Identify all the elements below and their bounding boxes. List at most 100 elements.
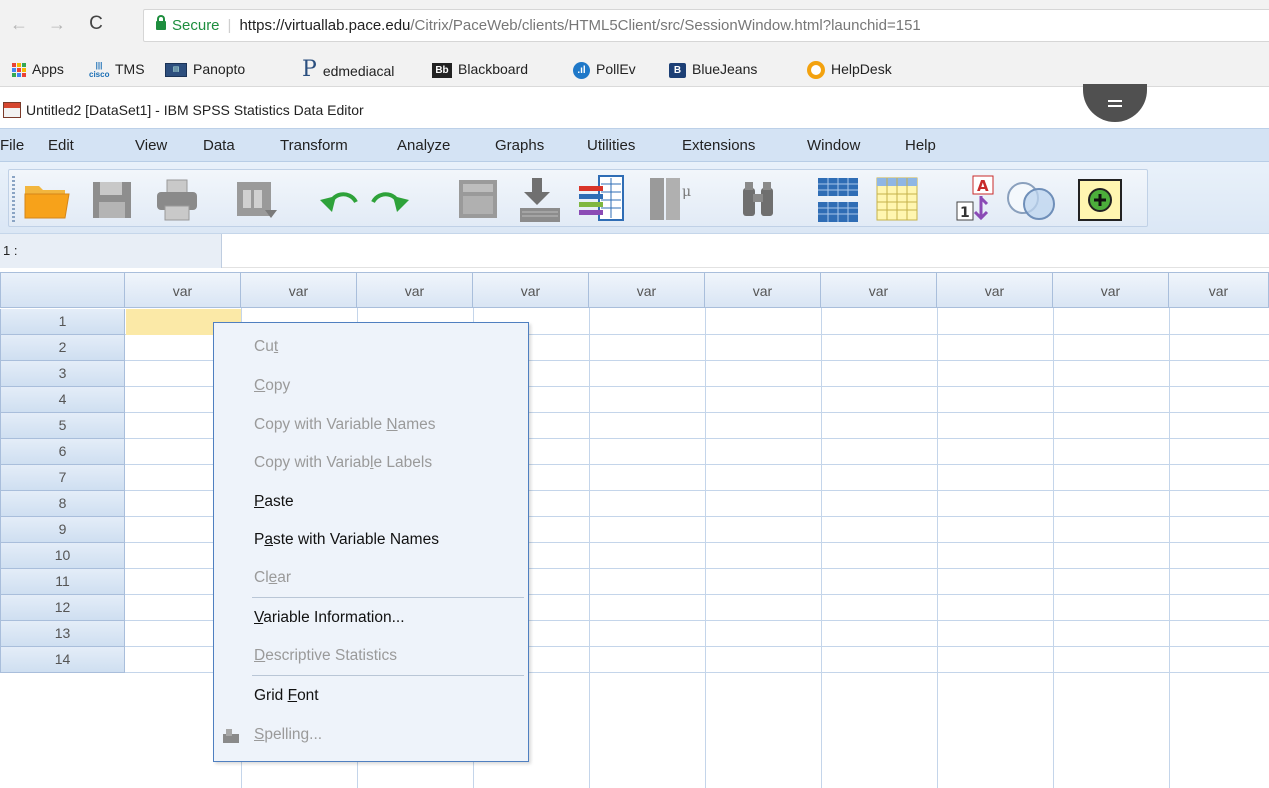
lock-icon <box>156 15 166 30</box>
column-header-var[interactable]: var <box>937 272 1053 308</box>
menu-help[interactable]: Help <box>905 129 936 162</box>
menu-graphs[interactable]: Graphs <box>495 129 544 162</box>
context-menu: Cut Copy Copy with Variable Names Copy with… <box>213 322 529 762</box>
menu-separator <box>252 675 524 676</box>
value-labels-icon[interactable]: A 1 <box>955 174 999 224</box>
helpdesk-icon <box>807 61 825 80</box>
bookmark-edmediacal[interactable]: Pedmediacal <box>302 52 394 89</box>
row-header[interactable]: 2 <box>0 335 125 361</box>
toolbar-strip: μ A 1 <box>8 169 1148 227</box>
menu-item-variable-information[interactable]: Variable Information... <box>254 606 405 630</box>
column-header-var[interactable]: var <box>589 272 705 308</box>
menu-item-accelerator: S <box>254 726 265 743</box>
menu-utilities[interactable]: Utilities <box>587 129 635 162</box>
bookmark-tms[interactable]: ||| cisco TMS <box>89 52 145 87</box>
bookmark-apps[interactable]: Apps <box>12 52 64 87</box>
row-header[interactable]: 5 <box>0 413 125 439</box>
menu-extensions[interactable]: Extensions <box>682 129 755 162</box>
insert-variable-icon[interactable] <box>875 176 919 224</box>
row-header[interactable]: 14 <box>0 647 125 673</box>
menu-item-paste[interactable]: Paste <box>254 490 294 514</box>
forward-arrow-icon[interactable]: → <box>47 12 67 36</box>
grid-corner[interactable] <box>0 272 125 308</box>
bookmark-pollev[interactable]: .ıl PollEv <box>573 52 636 87</box>
bookmark-panopto[interactable]: ▤ Panopto <box>165 52 245 87</box>
row-header[interactable]: 7 <box>0 465 125 491</box>
menu-analyze[interactable]: Analyze <box>397 129 450 162</box>
split-file-icon[interactable] <box>1077 178 1123 222</box>
bookmark-label: Apps <box>32 61 64 77</box>
column-header-var[interactable]: var <box>705 272 821 308</box>
menu-item-grid-font[interactable]: Grid Font <box>254 684 319 708</box>
grid-column-line <box>589 308 590 788</box>
insert-cases-icon[interactable] <box>816 176 860 224</box>
row-header[interactable]: 8 <box>0 491 125 517</box>
toolbar-grip[interactable] <box>12 176 15 222</box>
menu-item-cut[interactable]: Cut <box>254 335 278 359</box>
bookmark-blackboard[interactable]: Bb Blackboard <box>432 52 528 87</box>
row-header[interactable]: 11 <box>0 569 125 595</box>
menu-window[interactable]: Window <box>807 129 860 162</box>
print-icon[interactable] <box>155 178 199 222</box>
menu-icon-line <box>1108 105 1122 107</box>
toolbar: μ A 1 <box>0 162 1269 234</box>
go-to-case-icon[interactable] <box>457 176 501 222</box>
menu-data[interactable]: Data <box>203 129 235 162</box>
column-header-var[interactable]: var <box>357 272 473 308</box>
row-header[interactable]: 4 <box>0 387 125 413</box>
row-header[interactable]: 1 <box>0 309 125 335</box>
cell-reference-bar: 1 : <box>0 234 1269 268</box>
row-header[interactable]: 6 <box>0 439 125 465</box>
menu-item-clear[interactable]: Clear <box>254 566 291 590</box>
column-header-var[interactable]: var <box>125 272 241 308</box>
menu-file[interactable]: File <box>0 129 24 162</box>
row-header[interactable]: 9 <box>0 517 125 543</box>
bookmark-label: edmediacal <box>322 63 395 79</box>
menu-item-spelling[interactable]: Spelling... <box>254 723 322 747</box>
variables-icon[interactable] <box>577 174 627 224</box>
menu-edit[interactable]: Edit <box>48 129 74 162</box>
run-descriptives-icon[interactable]: μ <box>646 176 696 222</box>
row-header[interactable]: 12 <box>0 595 125 621</box>
bookmark-label: TMS <box>115 61 145 77</box>
menu-item-copy-with-variable-names[interactable]: Copy with Variable Names <box>254 413 436 437</box>
row-header[interactable]: 3 <box>0 361 125 387</box>
address-bar[interactable]: Secure | https://virtuallab.pace.edu/Citri… <box>143 9 1269 42</box>
menu-view[interactable]: View <box>135 129 167 162</box>
column-header-var[interactable]: var <box>241 272 357 308</box>
menu-item-text: Cl <box>254 569 269 586</box>
menu-item-accelerator: e <box>268 569 278 586</box>
bookmark-helpdesk[interactable]: HelpDesk <box>807 52 892 87</box>
menu-item-paste-with-variable-names[interactable]: Paste with Variable Names <box>254 528 439 552</box>
back-arrow-icon[interactable]: ← <box>9 12 29 36</box>
menu-item-text: escriptive Statistics <box>265 647 397 664</box>
redo-icon[interactable] <box>369 184 413 216</box>
menu-item-accelerator: t <box>273 338 279 355</box>
grid-column-line <box>821 308 822 788</box>
save-icon[interactable] <box>91 180 133 220</box>
bookmark-label: BlueJeans <box>692 61 758 77</box>
column-header-var[interactable]: var <box>821 272 937 308</box>
use-variable-sets-icon[interactable] <box>1005 176 1061 222</box>
column-header-var[interactable]: var <box>1053 272 1169 308</box>
dialog-recall-icon[interactable] <box>235 180 281 222</box>
menu-item-copy-with-variable-labels[interactable]: Copy with Variable Labels <box>254 451 432 475</box>
row-header[interactable]: 13 <box>0 621 125 647</box>
reload-icon[interactable]: C <box>86 12 106 36</box>
bookmark-bluejeans[interactable]: B BlueJeans <box>669 52 757 87</box>
grid-column-line <box>1053 308 1054 788</box>
menu-item-descriptive-statistics[interactable]: Descriptive Statistics <box>254 644 397 668</box>
svg-text:A: A <box>977 177 989 195</box>
column-header-var[interactable]: var <box>473 272 589 308</box>
column-header-var[interactable]: var <box>1169 272 1269 308</box>
menu-item-copy[interactable]: Copy <box>254 374 290 398</box>
undo-icon[interactable] <box>316 184 360 216</box>
row-header[interactable]: 10 <box>0 543 125 569</box>
p-logo-icon: P <box>302 57 317 82</box>
find-icon[interactable] <box>739 180 779 220</box>
menu-transform[interactable]: Transform <box>280 129 348 162</box>
menu-bar: File Edit View Data Transform Analyze Gr… <box>0 128 1269 162</box>
go-to-variable-icon[interactable] <box>516 176 562 224</box>
menu-item-accelerator: V <box>254 609 264 626</box>
open-folder-icon[interactable] <box>23 178 71 220</box>
